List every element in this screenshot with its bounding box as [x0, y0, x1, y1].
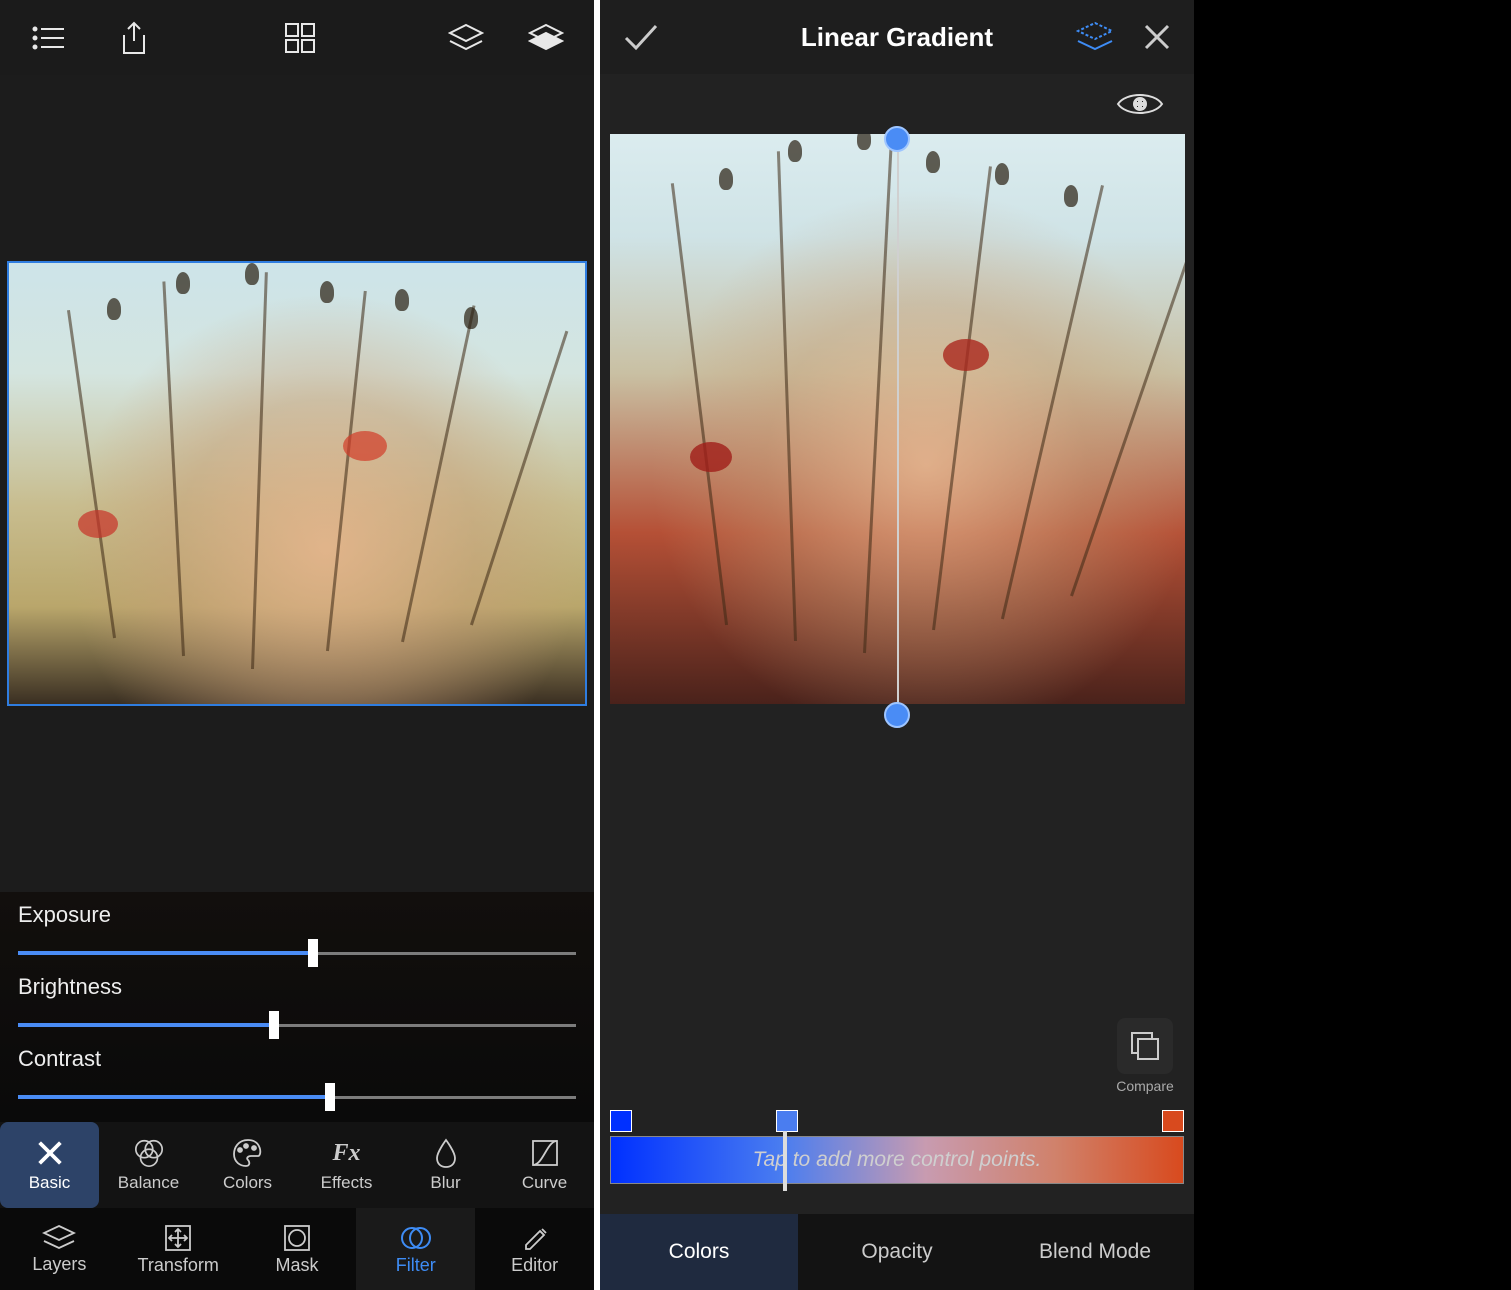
- category-colors[interactable]: Colors: [198, 1122, 297, 1208]
- gradient-bar[interactable]: Tap to add more control points.: [610, 1136, 1184, 1184]
- category-label: Effects: [321, 1173, 373, 1193]
- category-curve[interactable]: Curve: [495, 1122, 594, 1208]
- eye-row: [600, 74, 1194, 134]
- transform-icon: [163, 1223, 193, 1253]
- gradient-stop-2[interactable]: [1162, 1110, 1184, 1132]
- exposure-slider[interactable]: [18, 938, 576, 968]
- list-icon[interactable]: [28, 18, 68, 58]
- category-label: Colors: [223, 1173, 272, 1193]
- canvas-area[interactable]: [0, 75, 594, 892]
- confirm-button[interactable]: [622, 22, 660, 52]
- nav-label: Filter: [396, 1255, 436, 1276]
- nav-mask[interactable]: Mask: [238, 1208, 357, 1290]
- tab-colors[interactable]: Colors: [600, 1214, 798, 1290]
- exposure-label: Exposure: [18, 902, 576, 928]
- category-balance[interactable]: Balance: [99, 1122, 198, 1208]
- gradient-axis-line[interactable]: [897, 134, 899, 714]
- category-label: Blur: [430, 1173, 460, 1193]
- contrast-slider[interactable]: [18, 1082, 576, 1112]
- filter-icon: [401, 1223, 431, 1253]
- nav-label: Transform: [138, 1255, 219, 1276]
- nav-layers[interactable]: Layers: [0, 1208, 119, 1290]
- layers-filled-icon[interactable]: [526, 18, 566, 58]
- gradient-handle-bottom[interactable]: [884, 702, 910, 728]
- close-button[interactable]: [1142, 22, 1172, 52]
- filter-panel: Exposure Brightness Contrast: [0, 0, 594, 1290]
- layers-hollow-icon[interactable]: [446, 18, 486, 58]
- canvas-image[interactable]: [7, 261, 587, 706]
- gradient-editor: Tap to add more control points.: [600, 1106, 1194, 1214]
- brightness-slider[interactable]: [18, 1010, 576, 1040]
- tab-opacity[interactable]: Opacity: [798, 1214, 996, 1290]
- brightness-slider-row: Brightness: [18, 974, 576, 1040]
- filter-category-bar: Basic Balance Colors Fx Effects: [0, 1122, 594, 1208]
- brightness-label: Brightness: [18, 974, 576, 1000]
- layers-icon: [42, 1224, 76, 1252]
- page-title: Linear Gradient: [801, 22, 993, 53]
- gradient-bar-handle[interactable]: [783, 1131, 787, 1191]
- fx-icon: Fx: [331, 1137, 363, 1169]
- tab-label: Colors: [669, 1240, 730, 1264]
- sliders-panel: Exposure Brightness Contrast: [0, 892, 594, 1122]
- contrast-slider-row: Contrast: [18, 1046, 576, 1112]
- nav-label: Mask: [275, 1255, 318, 1276]
- x-circle-icon: [34, 1137, 66, 1169]
- share-icon[interactable]: [114, 18, 154, 58]
- compare-icon: [1128, 1029, 1162, 1063]
- gradient-stop-1[interactable]: [776, 1110, 798, 1132]
- mask-icon: [282, 1223, 312, 1253]
- compare-button[interactable]: [1117, 1018, 1173, 1074]
- balance-icon: [133, 1137, 165, 1169]
- gradient-stop-0[interactable]: [610, 1110, 632, 1132]
- category-label: Basic: [29, 1173, 71, 1193]
- palette-icon: [232, 1137, 264, 1169]
- gradient-panel: Linear Gradient: [600, 0, 1194, 1290]
- category-basic[interactable]: Basic: [0, 1122, 99, 1208]
- nav-transform[interactable]: Transform: [119, 1208, 238, 1290]
- gradient-header: Linear Gradient: [600, 0, 1194, 74]
- compare-box: Compare: [1112, 1018, 1178, 1094]
- nav-editor[interactable]: Editor: [475, 1208, 594, 1290]
- nav-filter[interactable]: Filter: [356, 1208, 475, 1290]
- contrast-label: Contrast: [18, 1046, 576, 1072]
- category-label: Curve: [522, 1173, 567, 1193]
- gradient-hint: Tap to add more control points.: [753, 1148, 1042, 1172]
- pencil-icon: [522, 1223, 548, 1253]
- gradient-stops-row: [610, 1110, 1184, 1134]
- droplet-icon: [430, 1137, 462, 1169]
- nav-label: Editor: [511, 1255, 558, 1276]
- eye-mask-icon[interactable]: [1116, 89, 1164, 119]
- curve-icon: [529, 1137, 561, 1169]
- tab-label: Opacity: [861, 1240, 932, 1264]
- nav-label: Layers: [32, 1254, 86, 1275]
- gradient-handle-top[interactable]: [884, 126, 910, 152]
- top-toolbar: [0, 0, 594, 75]
- layers-accent-icon[interactable]: [1076, 21, 1114, 53]
- gradient-canvas-area[interactable]: Compare: [600, 134, 1194, 1106]
- exposure-slider-row: Exposure: [18, 902, 576, 968]
- compare-label: Compare: [1112, 1078, 1178, 1094]
- tab-label: Blend Mode: [1039, 1240, 1151, 1264]
- category-effects[interactable]: Fx Effects: [297, 1122, 396, 1208]
- category-blur[interactable]: Blur: [396, 1122, 495, 1208]
- tab-blend-mode[interactable]: Blend Mode: [996, 1214, 1194, 1290]
- category-label: Balance: [118, 1173, 179, 1193]
- grid-icon[interactable]: [280, 18, 320, 58]
- gradient-tabs: Colors Opacity Blend Mode: [600, 1214, 1194, 1290]
- bottom-nav: Layers Transform Mask Filter: [0, 1208, 594, 1290]
